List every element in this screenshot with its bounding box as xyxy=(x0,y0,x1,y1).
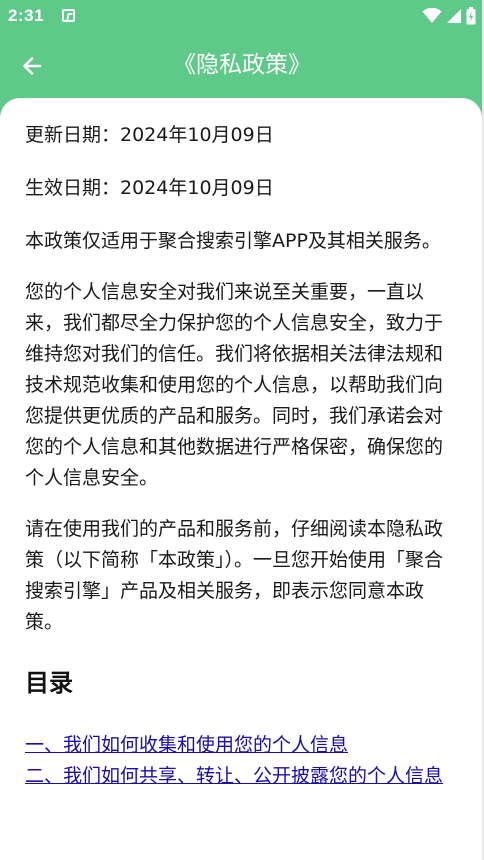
toc-heading: 目录 xyxy=(25,669,73,697)
arrow-left-icon xyxy=(23,57,42,75)
updated-date: 更新日期：2024年10月09日 xyxy=(25,124,274,146)
navigation-bar: 《隐私政策》 xyxy=(0,34,484,98)
policy-content-sheet[interactable]: 更新日期：2024年10月09日 生效日期：2024年10月09日 本政策仅适用… xyxy=(0,98,482,860)
status-time: 2:31 xyxy=(8,6,45,25)
intro-paragraph: 您的个人信息安全对我们来说至关重要，一直以来，我们都尽全力保护您的个人信息安全，… xyxy=(25,281,444,489)
status-icons xyxy=(422,7,476,25)
text-a-notification-icon xyxy=(62,9,75,22)
effective-date: 生效日期：2024年10月09日 xyxy=(25,177,274,199)
battery-icon xyxy=(466,7,476,25)
back-button[interactable] xyxy=(14,48,50,84)
consent-paragraph: 请在使用我们的产品和服务前，仔细阅读本隐私政策（以下简称「本政策」）。一旦您开始… xyxy=(25,518,444,633)
toc-link-collect-use[interactable]: 一、我们如何收集和使用您的个人信息 xyxy=(25,730,457,761)
policy-scope: 本政策仅适用于聚合搜索引擎APP及其相关服务。 xyxy=(25,230,441,252)
cell-signal-icon xyxy=(447,9,461,23)
wifi-icon xyxy=(422,8,442,23)
policy-body: 更新日期：2024年10月09日 生效日期：2024年10月09日 本政策仅适用… xyxy=(25,120,457,792)
page-title: 《隐私政策》 xyxy=(173,52,311,78)
toc-link-share-disclose[interactable]: 二、我们如何共享、转让、公开披露您的个人信息 xyxy=(25,761,457,792)
status-bar: 2:31 xyxy=(0,0,484,34)
